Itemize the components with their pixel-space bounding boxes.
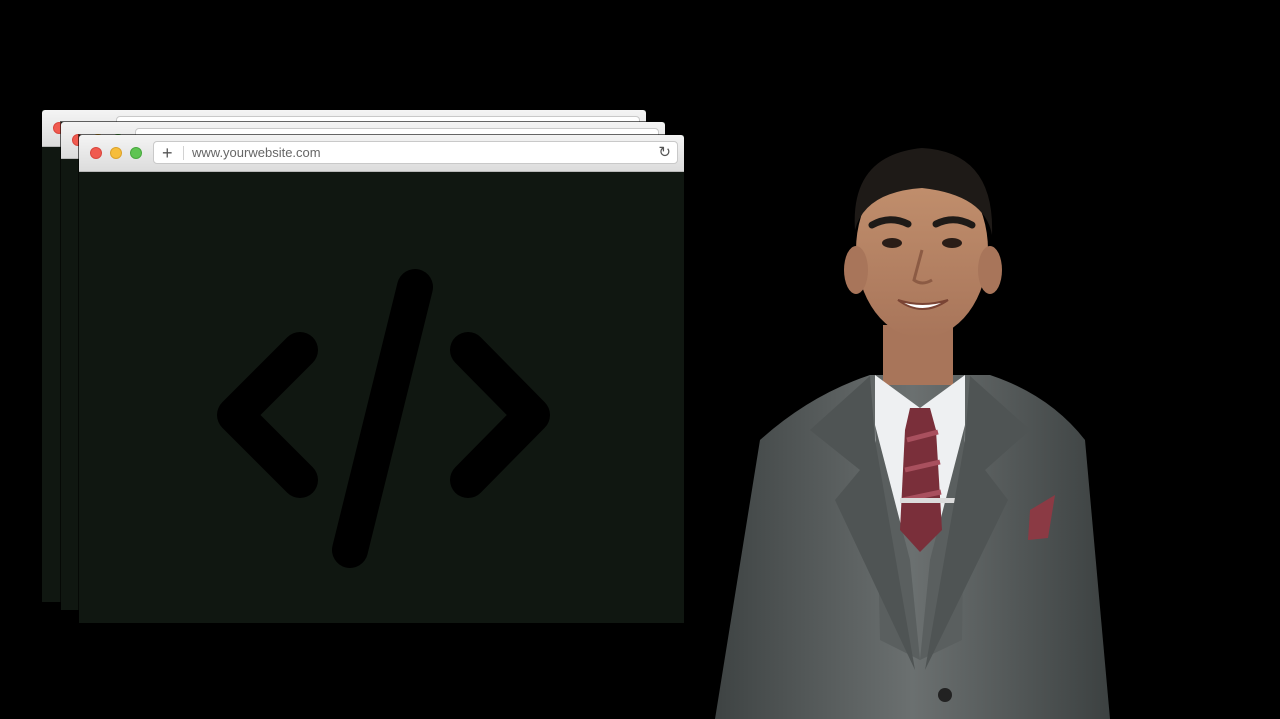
minimize-dot[interactable] [110,147,122,159]
chevron-right-icon [450,332,550,498]
address-bar[interactable]: + www.yourwebsite.com ↻ [153,141,678,164]
code-icon [217,269,550,568]
traffic-lights [90,147,142,159]
plus-icon[interactable]: + [162,143,173,163]
slash-icon [332,269,433,568]
url-text[interactable]: www.yourwebsite.com [192,146,321,160]
address-divider [183,146,184,160]
maximize-dot[interactable] [130,147,142,159]
browser-chrome: + www.yourwebsite.com ↻ [79,135,684,172]
chevron-left-icon [217,332,318,498]
close-dot[interactable] [90,147,102,159]
reload-icon[interactable]: ↻ [658,144,671,162]
person-photo [715,148,1110,719]
